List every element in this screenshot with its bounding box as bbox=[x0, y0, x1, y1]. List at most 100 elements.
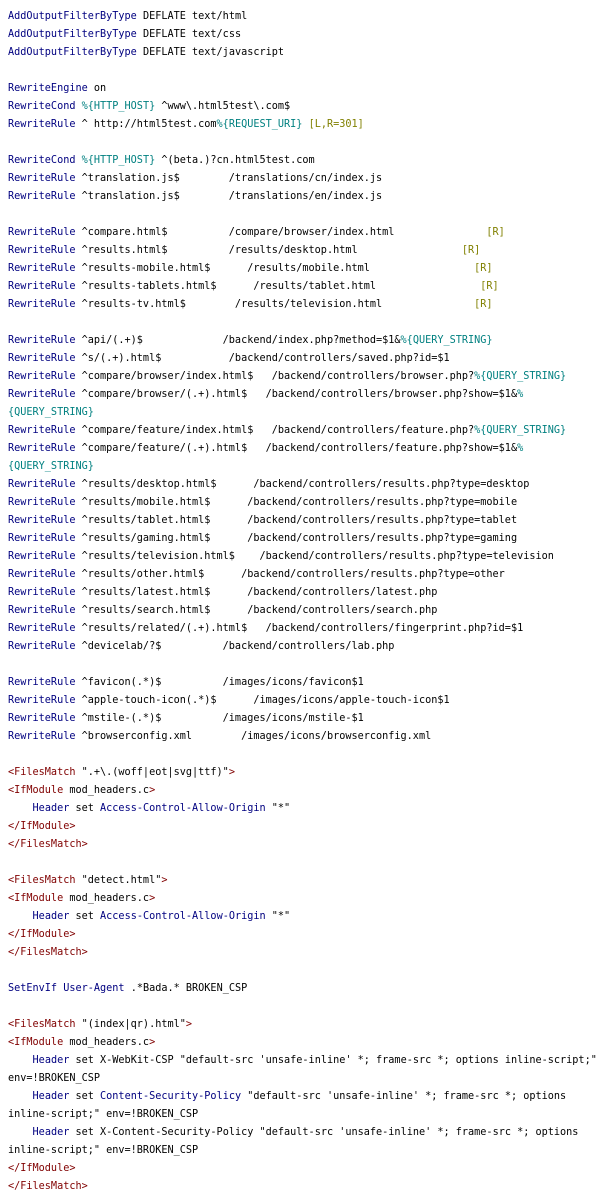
code-line: RewriteRule ^results/search.html$ /backe… bbox=[8, 602, 600, 620]
code-token: User-Agent bbox=[63, 983, 125, 994]
code-token: ^translation.js$ /translations/en/index.… bbox=[75, 191, 383, 202]
code-token: [L,R=301] bbox=[308, 119, 364, 130]
code-token: %{QUERY_STRING} bbox=[400, 335, 493, 346]
code-line: </IfModule> bbox=[8, 926, 600, 944]
code-token: RewriteRule bbox=[8, 299, 76, 310]
code-line: Header set Access-Control-Allow-Origin "… bbox=[8, 908, 600, 926]
code-token: RewriteRule bbox=[8, 119, 76, 130]
code-token: ^results.html$ /results/desktop.html bbox=[75, 245, 462, 256]
code-token: DEFLATE text/css bbox=[136, 29, 242, 40]
code-token: RewriteRule bbox=[8, 245, 76, 256]
code-line: env=!BROKEN_CSP bbox=[8, 1070, 600, 1088]
code-line: RewriteRule ^results/other.html$ /backen… bbox=[8, 566, 600, 584]
code-token: %{REQUEST_URI} bbox=[216, 119, 303, 130]
code-token: RewriteRule bbox=[8, 605, 76, 616]
code-line: inline-script;" env=!BROKEN_CSP bbox=[8, 1142, 600, 1160]
code-line: <IfModule mod_headers.c> bbox=[8, 890, 600, 908]
code-token: [R] bbox=[474, 299, 493, 310]
code-line: </IfModule> bbox=[8, 1160, 600, 1178]
code-token: ^results/television.html$ /backend/contr… bbox=[75, 551, 554, 562]
code-line: RewriteCond %{HTTP_HOST} ^(beta.)?cn.htm… bbox=[8, 152, 600, 170]
code-token: <FilesMatch bbox=[8, 1019, 76, 1030]
code-line: <FilesMatch "detect.html"> bbox=[8, 872, 600, 890]
code-token: "default-src 'unsafe-inline' *; frame-sr… bbox=[241, 1091, 567, 1102]
code-token: <IfModule bbox=[8, 893, 64, 904]
code-token: %{QUERY_STRING} bbox=[474, 371, 567, 382]
code-token: RewriteRule bbox=[8, 713, 76, 724]
code-token: ^s/(.+).html$ /backend/controllers/saved… bbox=[75, 353, 450, 364]
code-line: </FilesMatch> bbox=[8, 836, 600, 854]
code-token: RewriteRule bbox=[8, 389, 76, 400]
code-token: <FilesMatch bbox=[8, 875, 76, 886]
code-token: RewriteRule bbox=[8, 533, 76, 544]
code-token: ^ http://html5test.com bbox=[75, 119, 217, 130]
code-token: Header bbox=[32, 1091, 70, 1102]
code-line: RewriteCond %{HTTP_HOST} ^www\.html5test… bbox=[8, 98, 600, 116]
code-token: <FilesMatch bbox=[8, 767, 76, 778]
htaccess-code-view: AddOutputFilterByType DEFLATE text/html A… bbox=[0, 0, 600, 1196]
code-token: set bbox=[69, 803, 101, 814]
code-token: RewriteRule bbox=[8, 263, 76, 274]
code-token: {QUERY_STRING} bbox=[8, 461, 94, 472]
code-line: RewriteRule ^s/(.+).html$ /backend/contr… bbox=[8, 350, 600, 368]
code-line: RewriteRule ^mstile-(.*)$ /images/icons/… bbox=[8, 710, 600, 728]
code-line: RewriteRule ^results/tablet.html$ /backe… bbox=[8, 512, 600, 530]
code-token: Access-Control-Allow-Origin bbox=[100, 911, 266, 922]
code-token: > bbox=[149, 1037, 156, 1048]
code-token: mod_headers.c bbox=[63, 1037, 150, 1048]
code-line: inline-script;" env=!BROKEN_CSP bbox=[8, 1106, 600, 1124]
code-token: set X-Content-Security-Policy "default-s… bbox=[69, 1127, 579, 1138]
code-line: <FilesMatch ".+\.(woff|eot|svg|ttf)"> bbox=[8, 764, 600, 782]
code-line: {QUERY_STRING} bbox=[8, 404, 600, 422]
code-token: .*Bada.* BROKEN_CSP bbox=[124, 983, 248, 994]
code-line: <IfModule mod_headers.c> bbox=[8, 1034, 600, 1052]
code-token: ^mstile-(.*)$ /images/icons/mstile-$1 bbox=[75, 713, 364, 724]
code-token: ^browserconfig.xml /images/icons/browser… bbox=[75, 731, 432, 742]
code-token: set X-WebKit-CSP "default-src 'unsafe-in… bbox=[69, 1055, 597, 1066]
code-token: ^results/search.html$ /backend/controlle… bbox=[75, 605, 438, 616]
code-line: RewriteRule ^translation.js$ /translatio… bbox=[8, 170, 600, 188]
code-token: </IfModule> bbox=[8, 1163, 76, 1174]
code-token: ^compare/browser/index.html$ /backend/co… bbox=[75, 371, 475, 382]
code-line: RewriteRule ^results/television.html$ /b… bbox=[8, 548, 600, 566]
code-token: ".+\.(woff|eot|svg|ttf)" bbox=[75, 767, 229, 778]
code-token: Access-Control-Allow-Origin bbox=[100, 803, 266, 814]
code-line: </IfModule> bbox=[8, 818, 600, 836]
code-token: mod_headers.c bbox=[63, 785, 150, 796]
code-line: Header set X-Content-Security-Policy "de… bbox=[8, 1124, 600, 1142]
code-line: <IfModule mod_headers.c> bbox=[8, 782, 600, 800]
code-token: ^api/(.+)$ /backend/index.php?method=$1& bbox=[75, 335, 401, 346]
code-token: RewriteRule bbox=[8, 191, 76, 202]
code-token: RewriteCond bbox=[8, 101, 76, 112]
code-token: ^compare.html$ /compare/browser/index.ht… bbox=[75, 227, 487, 238]
code-token: ^results/tablet.html$ /backend/controlle… bbox=[75, 515, 518, 526]
code-token: RewriteRule bbox=[8, 623, 76, 634]
code-line: RewriteEngine on bbox=[8, 80, 600, 98]
code-token: RewriteRule bbox=[8, 371, 76, 382]
code-token: "(index|qr).html" bbox=[75, 1019, 186, 1030]
code-token: ^translation.js$ /translations/cn/index.… bbox=[75, 173, 383, 184]
code-line: </FilesMatch> bbox=[8, 1178, 600, 1196]
code-token: RewriteRule bbox=[8, 551, 76, 562]
code-line: RewriteRule ^compare/feature/index.html$… bbox=[8, 422, 600, 440]
code-line: RewriteRule ^results-tv.html$ /results/t… bbox=[8, 296, 600, 314]
code-line: RewriteRule ^results-tablets.html$ /resu… bbox=[8, 278, 600, 296]
code-line: RewriteRule ^compare.html$ /compare/brow… bbox=[8, 224, 600, 242]
code-token: AddOutputFilterByType bbox=[8, 47, 137, 58]
code-token: </IfModule> bbox=[8, 929, 76, 940]
code-token: RewriteRule bbox=[8, 497, 76, 508]
code-token: RewriteCond bbox=[8, 155, 76, 166]
code-token: set bbox=[69, 911, 101, 922]
code-token: ^compare/feature/(.+).html$ /backend/con… bbox=[75, 443, 518, 454]
code-line: RewriteRule ^compare/feature/(.+).html$ … bbox=[8, 440, 600, 458]
code-token: Content-Security-Policy bbox=[100, 1091, 242, 1102]
